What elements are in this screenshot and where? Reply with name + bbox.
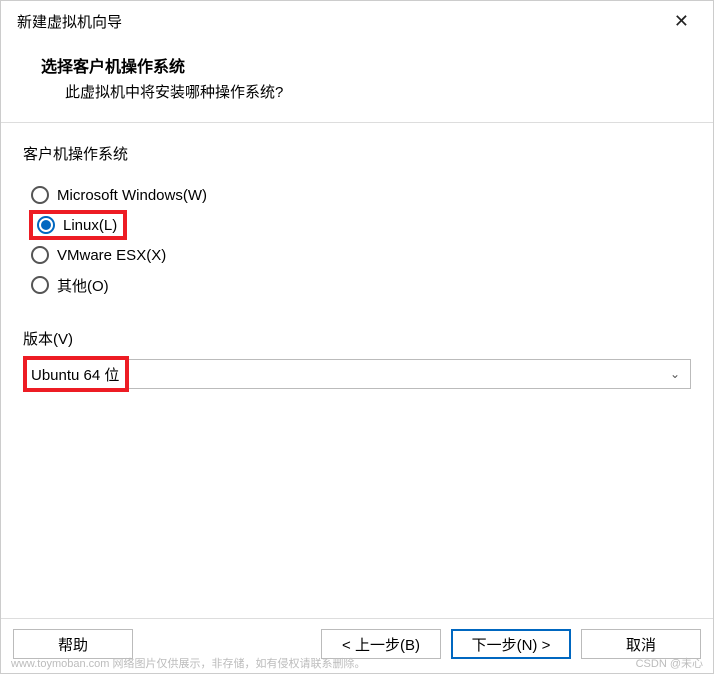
watermark-right: CSDN @未心 bbox=[636, 655, 703, 671]
chevron-down-icon: ⌄ bbox=[670, 367, 680, 381]
content-area: 客户机操作系统 Microsoft Windows(W) Linux(L) VM… bbox=[1, 123, 713, 409]
watermark-left: www.toymoban.com 网络图片仅供展示，非存储，如有侵权请联系删除。 bbox=[11, 655, 365, 671]
radio-icon bbox=[31, 246, 49, 264]
version-section: 版本(V) ⌄ Ubuntu 64 位 bbox=[23, 328, 691, 389]
page-title: 选择客户机操作系统 bbox=[41, 53, 673, 77]
radio-windows[interactable]: Microsoft Windows(W) bbox=[29, 180, 691, 210]
title-bar: 新建虚拟机向导 ✕ bbox=[1, 1, 713, 41]
version-label: 版本(V) bbox=[23, 328, 691, 349]
version-select[interactable]: ⌄ bbox=[23, 359, 691, 389]
os-radio-group: Microsoft Windows(W) Linux(L) VMware ESX… bbox=[23, 174, 691, 322]
window-title: 新建虚拟机向导 bbox=[17, 11, 122, 32]
radio-label: VMware ESX(X) bbox=[57, 247, 166, 264]
close-icon[interactable]: ✕ bbox=[666, 9, 697, 34]
radio-linux-highlight: Linux(L) bbox=[29, 210, 127, 240]
radio-icon bbox=[31, 276, 49, 294]
radio-label: Microsoft Windows(W) bbox=[57, 187, 207, 204]
version-select-wrapper: ⌄ Ubuntu 64 位 bbox=[23, 359, 691, 389]
radio-dot-icon bbox=[41, 220, 51, 230]
radio-icon bbox=[31, 186, 49, 204]
next-button[interactable]: 下一步(N) > bbox=[451, 629, 571, 659]
radio-other[interactable]: 其他(O) bbox=[29, 270, 691, 300]
radio-label: 其他(O) bbox=[57, 275, 109, 296]
radio-icon-selected[interactable] bbox=[37, 216, 55, 234]
page-subtitle: 此虚拟机中将安装哪种操作系统? bbox=[41, 81, 673, 102]
os-group-label: 客户机操作系统 bbox=[23, 143, 691, 164]
radio-vmware-esx[interactable]: VMware ESX(X) bbox=[29, 240, 691, 270]
wizard-header: 选择客户机操作系统 此虚拟机中将安装哪种操作系统? bbox=[1, 41, 713, 123]
radio-label: Linux(L) bbox=[63, 217, 117, 234]
